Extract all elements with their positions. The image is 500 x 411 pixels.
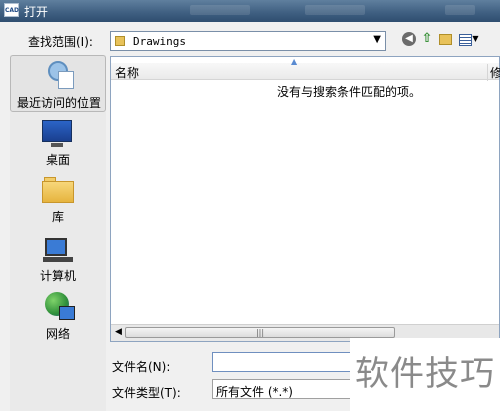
chevron-down-icon[interactable]: ▼ bbox=[373, 34, 381, 45]
place-label: 计算机 bbox=[39, 269, 76, 283]
file-list[interactable]: ▲ 名称 修 没有与搜索条件匹配的项。 ◀ ||| bbox=[110, 56, 500, 342]
network-icon bbox=[41, 292, 75, 322]
scroll-left-icon[interactable]: ◀ bbox=[115, 327, 122, 337]
back-button[interactable]: ◀ bbox=[402, 32, 416, 46]
place-libraries[interactable]: 库 bbox=[10, 174, 106, 226]
scrollbar-thumb[interactable]: ||| bbox=[125, 327, 395, 338]
title-bar-decoration bbox=[445, 5, 475, 15]
file-type-value: 所有文件 (*.*) bbox=[216, 385, 293, 399]
column-header-row: ▲ 名称 修 bbox=[111, 57, 500, 81]
look-in-combobox[interactable]: Drawings ▼ bbox=[110, 31, 386, 51]
title-bar-decoration bbox=[305, 5, 365, 15]
file-type-label: 文件类型(T): bbox=[112, 386, 181, 400]
place-label: 最近访问的位置 bbox=[16, 96, 101, 110]
folder-icon bbox=[115, 36, 125, 46]
sort-ascending-icon: ▲ bbox=[291, 57, 298, 66]
back-arrow-icon: ◀ bbox=[405, 33, 413, 44]
place-desktop[interactable]: 桌面 bbox=[10, 117, 106, 169]
place-computer[interactable]: 计算机 bbox=[10, 233, 106, 285]
watermark: 软件技巧 bbox=[350, 338, 500, 411]
place-network[interactable]: 网络 bbox=[10, 291, 106, 343]
title-bar-decoration bbox=[190, 5, 250, 15]
look-in-label: 查找范围(I): bbox=[28, 35, 93, 49]
place-label: 网络 bbox=[45, 327, 70, 341]
window-title: 打开 bbox=[24, 5, 49, 19]
recent-places-icon bbox=[42, 59, 76, 89]
libraries-icon bbox=[41, 175, 75, 205]
file-name-label: 文件名(N): bbox=[112, 360, 171, 374]
computer-icon bbox=[41, 234, 75, 264]
desktop-icon bbox=[41, 119, 75, 149]
place-label: 库 bbox=[51, 210, 64, 224]
place-recent[interactable]: 最近访问的位置 bbox=[10, 55, 106, 112]
places-bar: 最近访问的位置 桌面 库 计算机 网络 bbox=[10, 55, 106, 411]
column-header-name[interactable]: 名称 bbox=[115, 64, 139, 81]
new-folder-button[interactable] bbox=[438, 31, 452, 47]
place-label: 桌面 bbox=[45, 153, 70, 167]
chevron-down-icon: ▼ bbox=[472, 34, 479, 43]
column-header-modified[interactable]: 修 bbox=[487, 64, 500, 81]
title-bar: CAD 打开 bbox=[0, 0, 500, 22]
up-folder-button[interactable]: ⇧ bbox=[420, 31, 434, 47]
file-name-input[interactable] bbox=[212, 352, 362, 372]
app-icon: CAD bbox=[4, 3, 19, 17]
look-in-value: Drawings bbox=[133, 35, 186, 48]
new-folder-icon bbox=[438, 34, 452, 45]
file-type-select[interactable]: 所有文件 (*.*) bbox=[212, 379, 362, 399]
up-arrow-icon: ⇧ bbox=[421, 31, 433, 46]
view-menu-button[interactable]: ▼ bbox=[456, 31, 482, 47]
view-grid-icon bbox=[459, 34, 473, 46]
empty-message: 没有与搜索条件匹配的项。 bbox=[277, 85, 422, 99]
